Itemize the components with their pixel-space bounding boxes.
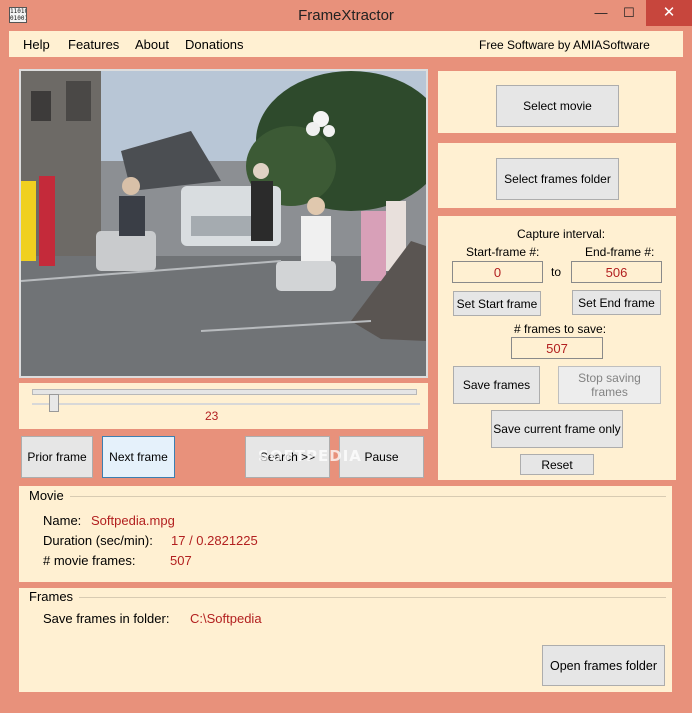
movie-duration-value: 17 / 0.2821225	[171, 533, 258, 548]
slider-track-top	[32, 389, 417, 395]
save-frames-button[interactable]: Save frames	[453, 366, 540, 404]
slider-value: 23	[205, 409, 219, 423]
video-frame-image	[21, 71, 426, 376]
frames-group-title: Frames	[29, 589, 74, 604]
select-frames-folder-button[interactable]: Select frames folder	[496, 158, 619, 200]
video-preview	[21, 71, 426, 376]
stop-saving-frames-button[interactable]: Stop saving frames	[558, 366, 661, 404]
title-bar: 11010 01001 FrameXtractor — ☐ ✕	[0, 0, 692, 31]
frames-folder-label: Save frames in folder:	[43, 611, 170, 626]
set-end-frame-button[interactable]: Set End frame	[572, 290, 661, 315]
movie-group-border	[70, 496, 666, 497]
close-button[interactable]: ✕	[646, 0, 692, 26]
select-movie-button[interactable]: Select movie	[496, 85, 619, 127]
slider-track[interactable]	[32, 403, 420, 405]
menu-about[interactable]: About	[135, 37, 169, 52]
movie-duration-label: Duration (sec/min):	[43, 533, 153, 548]
start-frame-field[interactable]: 0	[452, 261, 543, 283]
movie-frames-label: # movie frames:	[43, 553, 136, 568]
reset-button[interactable]: Reset	[520, 454, 594, 475]
frames-to-save-field[interactable]: 507	[511, 337, 603, 359]
frames-to-save-label: # frames to save:	[514, 322, 607, 336]
next-frame-button[interactable]: Next frame	[102, 436, 175, 478]
menu-help[interactable]: Help	[23, 37, 50, 52]
frames-folder-value: C:\Softpedia	[190, 611, 262, 626]
end-frame-field[interactable]: 506	[571, 261, 662, 283]
open-frames-folder-button[interactable]: Open frames folder	[542, 645, 665, 686]
softpedia-watermark: SOFTPEDIA	[258, 447, 362, 465]
start-frame-label: Start-frame #:	[466, 245, 540, 259]
movie-name-label: Name:	[43, 513, 82, 528]
slider-thumb[interactable]	[49, 394, 59, 412]
menu-donations[interactable]: Donations	[185, 37, 244, 52]
menu-bar: Help Features About Donations Free Softw…	[9, 31, 683, 57]
movie-frames-value: 507	[170, 553, 192, 568]
menu-features[interactable]: Features	[68, 37, 119, 52]
prior-frame-button[interactable]: Prior frame	[21, 436, 93, 478]
set-start-frame-button[interactable]: Set Start frame	[453, 291, 541, 316]
frames-group-border	[79, 597, 666, 598]
capture-interval-label: Capture interval:	[517, 227, 606, 241]
movie-group-title: Movie	[29, 488, 64, 503]
maximize-button[interactable]: ☐	[616, 0, 642, 26]
save-current-frame-button[interactable]: Save current frame only	[491, 410, 623, 448]
movie-name-value: Softpedia.mpg	[91, 513, 175, 528]
minimize-button[interactable]: —	[588, 0, 614, 26]
brand-text: Free Software by AMIASoftware	[479, 38, 650, 52]
to-label: to	[551, 265, 562, 279]
end-frame-label: End-frame #:	[585, 245, 655, 259]
